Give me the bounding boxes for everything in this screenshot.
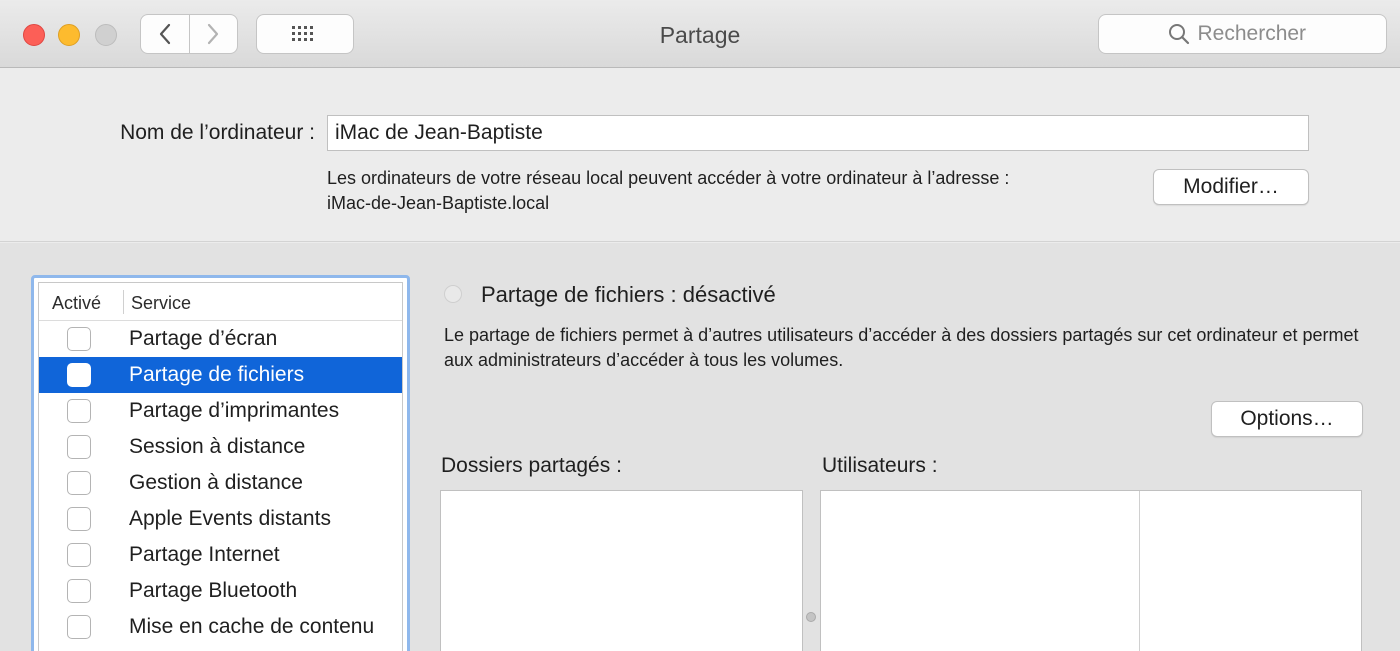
computer-name-panel: Nom de l’ordinateur : Les ordinateurs de… xyxy=(0,69,1400,242)
service-checkbox[interactable] xyxy=(67,615,91,639)
service-row[interactable]: Apple Events distants xyxy=(39,501,402,537)
status-indicator-icon xyxy=(444,285,462,303)
title-bar: Partage xyxy=(0,0,1400,68)
column-header-service[interactable]: Service xyxy=(131,293,191,314)
service-checkbox[interactable] xyxy=(67,579,91,603)
modify-button[interactable]: Modifier… xyxy=(1153,169,1309,205)
service-row[interactable]: Partage Bluetooth xyxy=(39,573,402,609)
service-label: Mise en cache de contenu xyxy=(129,615,375,638)
service-row[interactable]: Mise en cache de contenu xyxy=(39,609,402,645)
computer-name-input[interactable] xyxy=(327,115,1309,151)
address-description: Les ordinateurs de votre réseau local pe… xyxy=(327,168,1010,188)
service-list-header: Activé Service xyxy=(39,283,402,321)
service-row[interactable]: Session à distance xyxy=(39,429,402,465)
sharing-panel: Activé Service Partage d’écran Partage de… xyxy=(0,243,1400,651)
service-rows: Partage d’écran Partage de fichiers Partag… xyxy=(39,321,402,645)
column-divider xyxy=(123,290,124,314)
service-label: Apple Events distants xyxy=(129,507,331,530)
shared-folders-list[interactable] xyxy=(440,490,803,651)
search-input[interactable] xyxy=(1197,22,1318,46)
users-label: Utilisateurs : xyxy=(822,454,938,477)
service-status: Partage de fichiers : désactivé xyxy=(481,282,776,307)
service-checkbox[interactable] xyxy=(67,435,91,459)
search-field[interactable] xyxy=(1098,14,1387,54)
users-column-divider xyxy=(1139,491,1140,651)
service-label: Partage de fichiers xyxy=(129,363,305,386)
options-button[interactable]: Options… xyxy=(1211,401,1363,437)
column-header-active[interactable]: Activé xyxy=(52,293,101,314)
local-address: iMac-de-Jean-Baptiste.local xyxy=(327,193,550,213)
service-row[interactable]: Gestion à distance xyxy=(39,465,402,501)
service-checkbox[interactable] xyxy=(67,363,91,387)
service-label: Gestion à distance xyxy=(129,471,303,494)
search-icon xyxy=(1168,24,1189,45)
service-row[interactable]: Partage Internet xyxy=(39,537,402,573)
service-checkbox[interactable] xyxy=(67,327,91,351)
service-checkbox[interactable] xyxy=(67,399,91,423)
service-description: Le partage de fichiers permet à d’autres… xyxy=(444,325,1359,370)
users-list[interactable] xyxy=(820,490,1362,651)
service-label: Partage Bluetooth xyxy=(129,579,298,602)
service-list: Activé Service Partage d’écran Partage de… xyxy=(31,275,410,651)
service-checkbox[interactable] xyxy=(67,471,91,495)
service-row[interactable]: Partage d’imprimantes xyxy=(39,393,402,429)
service-label: Session à distance xyxy=(129,435,306,458)
computer-name-label: Nom de l’ordinateur : xyxy=(120,121,315,144)
address-info: Les ordinateurs de votre réseau local pe… xyxy=(327,166,1009,216)
service-row[interactable]: Partage d’écran xyxy=(39,321,402,357)
service-row[interactable]: Partage de fichiers xyxy=(39,357,402,393)
service-checkbox[interactable] xyxy=(67,507,91,531)
shared-folders-label: Dossiers partagés : xyxy=(441,454,622,477)
split-view-handle[interactable] xyxy=(806,612,816,622)
service-label: Partage d’écran xyxy=(129,327,278,350)
service-checkbox[interactable] xyxy=(67,543,91,567)
service-label: Partage d’imprimantes xyxy=(129,399,340,422)
service-label: Partage Internet xyxy=(129,543,280,566)
